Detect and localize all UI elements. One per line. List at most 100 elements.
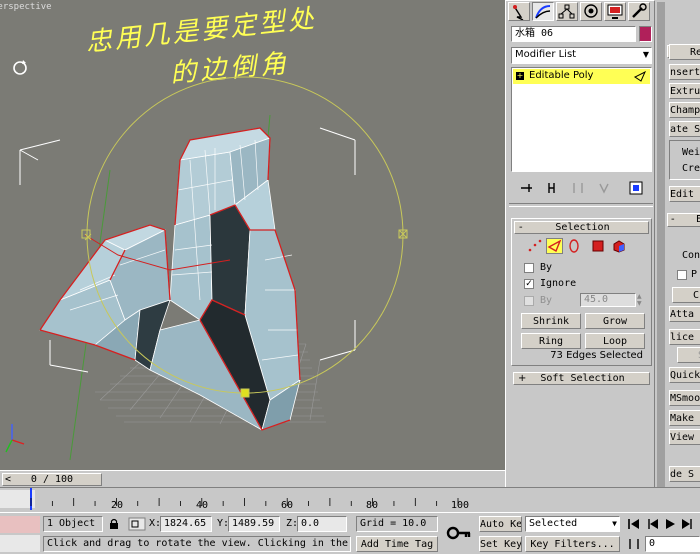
next-frame-icon[interactable] — [681, 518, 695, 530]
second-panel: - Rem nsert Extru Champ ate S Weig Crea … — [655, 0, 700, 512]
configure-sets-icon[interactable] — [629, 181, 643, 195]
hierarchy-tab[interactable] — [556, 2, 578, 21]
ring-button[interactable]: Ring — [521, 333, 581, 349]
loop-button[interactable]: Loop — [585, 333, 645, 349]
dropdown-arrow-icon: ▼ — [642, 50, 649, 59]
set-key-button[interactable]: Set Key — [479, 536, 522, 552]
set-key-icon[interactable] — [446, 523, 472, 543]
selection-rollout: - Selection By ✓ Ignore By 45.0 ▲ ▼ Shrin… — [511, 218, 652, 366]
side-rollout-collapse: - — [671, 214, 675, 225]
y-coordinate[interactable]: 1489.59 — [228, 516, 280, 532]
hide-selected-button[interactable]: de S — [669, 466, 700, 482]
attach-button[interactable]: Atta — [669, 306, 700, 322]
by-vertex-label: By — [540, 262, 553, 273]
panel-divider — [509, 203, 653, 207]
time-slider-arrow-left: < — [5, 474, 12, 485]
remove-modifier-icon[interactable] — [597, 181, 611, 195]
remove-button[interactable]: Rem — [669, 44, 700, 60]
modify-tab[interactable] — [532, 2, 554, 21]
constraints-label: Con — [682, 250, 700, 261]
element-subobject-icon[interactable] — [612, 239, 626, 253]
utilities-icon — [632, 3, 647, 18]
modifier-stack[interactable]: + Editable Poly — [511, 67, 652, 172]
ignore-backfacing-label: Ignore — [540, 278, 577, 289]
side-rollout-header-2[interactable]: - E — [667, 213, 700, 227]
make-planar-button[interactable]: Make — [669, 410, 700, 426]
command-tabs — [508, 2, 654, 22]
absolute-mode-icon[interactable] — [128, 517, 146, 531]
x-coordinate[interactable]: 1824.65 — [160, 516, 212, 532]
modifier-list-dropdown[interactable]: Modifier List ▼ — [511, 47, 652, 64]
view-align-button[interactable]: View — [669, 429, 700, 445]
status-bar: 1 Object X: 1824.65 Y: 1489.59 Z: 0.0 Gr… — [0, 512, 700, 554]
insert-vertex-button[interactable]: nsert — [669, 64, 700, 80]
tick-60: 60 — [281, 500, 294, 511]
add-time-tag-button[interactable]: Add Time Tag — [356, 536, 438, 552]
by-angle-checkbox[interactable] — [524, 296, 534, 306]
shrink-button[interactable]: Shrink — [521, 313, 581, 329]
display-tab[interactable] — [604, 2, 626, 21]
soft-selection-title: Soft Selection — [540, 373, 625, 384]
key-filters-button[interactable]: Key Filters... — [525, 536, 620, 552]
grow-button[interactable]: Grow — [585, 313, 645, 329]
show-end-result-icon[interactable] — [545, 181, 559, 195]
edge-subobject-button[interactable] — [546, 238, 563, 254]
scene[interactable] — [0, 0, 505, 470]
time-slider-thumb[interactable]: < 0 / 100 — [2, 473, 102, 486]
stack-item-editable-poly[interactable]: + Editable Poly — [513, 69, 650, 84]
selection-rollout-header[interactable]: - Selection — [514, 221, 649, 234]
motion-tab[interactable] — [580, 2, 602, 21]
auto-key-button[interactable]: Auto Key — [479, 516, 522, 532]
tick-80: 80 — [366, 500, 379, 511]
axis-tripod-icon — [5, 424, 25, 453]
time-slider[interactable]: < 0 / 100 — [0, 470, 505, 488]
lock-selection-icon[interactable] — [108, 518, 120, 530]
selection-status: 73 Edges Selected — [550, 350, 643, 361]
play-icon[interactable] — [663, 518, 677, 530]
spinner-arrows-icon[interactable]: ▲ ▼ — [637, 293, 645, 307]
prev-frame-icon[interactable] — [645, 518, 659, 530]
angle-spinner[interactable]: 45.0 — [580, 293, 636, 307]
make-unique-icon[interactable] — [571, 181, 585, 195]
polygon-subobject-icon[interactable] — [592, 240, 604, 252]
quickslice-button[interactable]: Quick — [669, 367, 700, 383]
chamfer-button[interactable]: Champ — [669, 102, 700, 118]
prompt-line: Click and drag to rotate the view. Click… — [43, 536, 351, 552]
create-tab[interactable] — [508, 2, 530, 21]
slice-button[interactable]: Sli — [677, 347, 700, 363]
object-color-swatch[interactable] — [639, 26, 652, 42]
expand-icon[interactable]: + — [516, 72, 524, 80]
utilities-tab[interactable] — [628, 2, 650, 21]
status-left-swatch — [0, 516, 40, 533]
selection-title: Selection — [555, 222, 610, 233]
preserve-uv-checkbox[interactable] — [677, 270, 687, 280]
goto-start-icon[interactable] — [627, 518, 641, 530]
edit-tri-button[interactable]: Edit — [669, 186, 700, 202]
key-mode-icon[interactable] — [627, 538, 641, 550]
extrude-button[interactable]: Extru — [669, 83, 700, 99]
current-frame-field[interactable]: 0 — [645, 536, 700, 552]
object-name-field[interactable]: 水箱 06 — [511, 26, 636, 42]
soft-selection-rollout-header[interactable]: + Soft Selection — [513, 372, 650, 385]
edge-properties-group: Weig Crea — [669, 140, 700, 180]
border-subobject-icon[interactable] — [567, 239, 581, 253]
track-bar[interactable]: 20 40 60 80 100 — [0, 487, 700, 513]
modify-icon — [535, 5, 551, 19]
ignore-backfacing-checkbox[interactable]: ✓ — [524, 279, 534, 289]
dropdown-arrow-icon: ▼ — [612, 519, 617, 528]
key-selection-value: Selected — [529, 518, 578, 529]
slice-plane-button[interactable]: lice — [669, 329, 700, 345]
scroll-bar[interactable] — [657, 2, 665, 508]
by-vertex-checkbox[interactable] — [524, 263, 534, 273]
pin-stack-icon[interactable] — [519, 181, 533, 195]
msmooth-button[interactable]: MSmoo — [669, 390, 700, 406]
side-geometry-label: E — [696, 214, 700, 225]
create-shape-button[interactable]: ate S — [669, 121, 700, 137]
vertex-subobject-icon[interactable] — [526, 239, 542, 253]
preserve-label: P — [691, 269, 698, 280]
key-selection-dropdown[interactable]: Selected ▼ — [525, 516, 620, 532]
z-coordinate[interactable]: 0.0 — [297, 516, 347, 532]
edge-icon — [547, 239, 562, 253]
viewport[interactable]: Perspective 忠用几是要定型处 的边倒角 — [0, 0, 505, 470]
create-button[interactable]: Cre — [672, 287, 700, 303]
